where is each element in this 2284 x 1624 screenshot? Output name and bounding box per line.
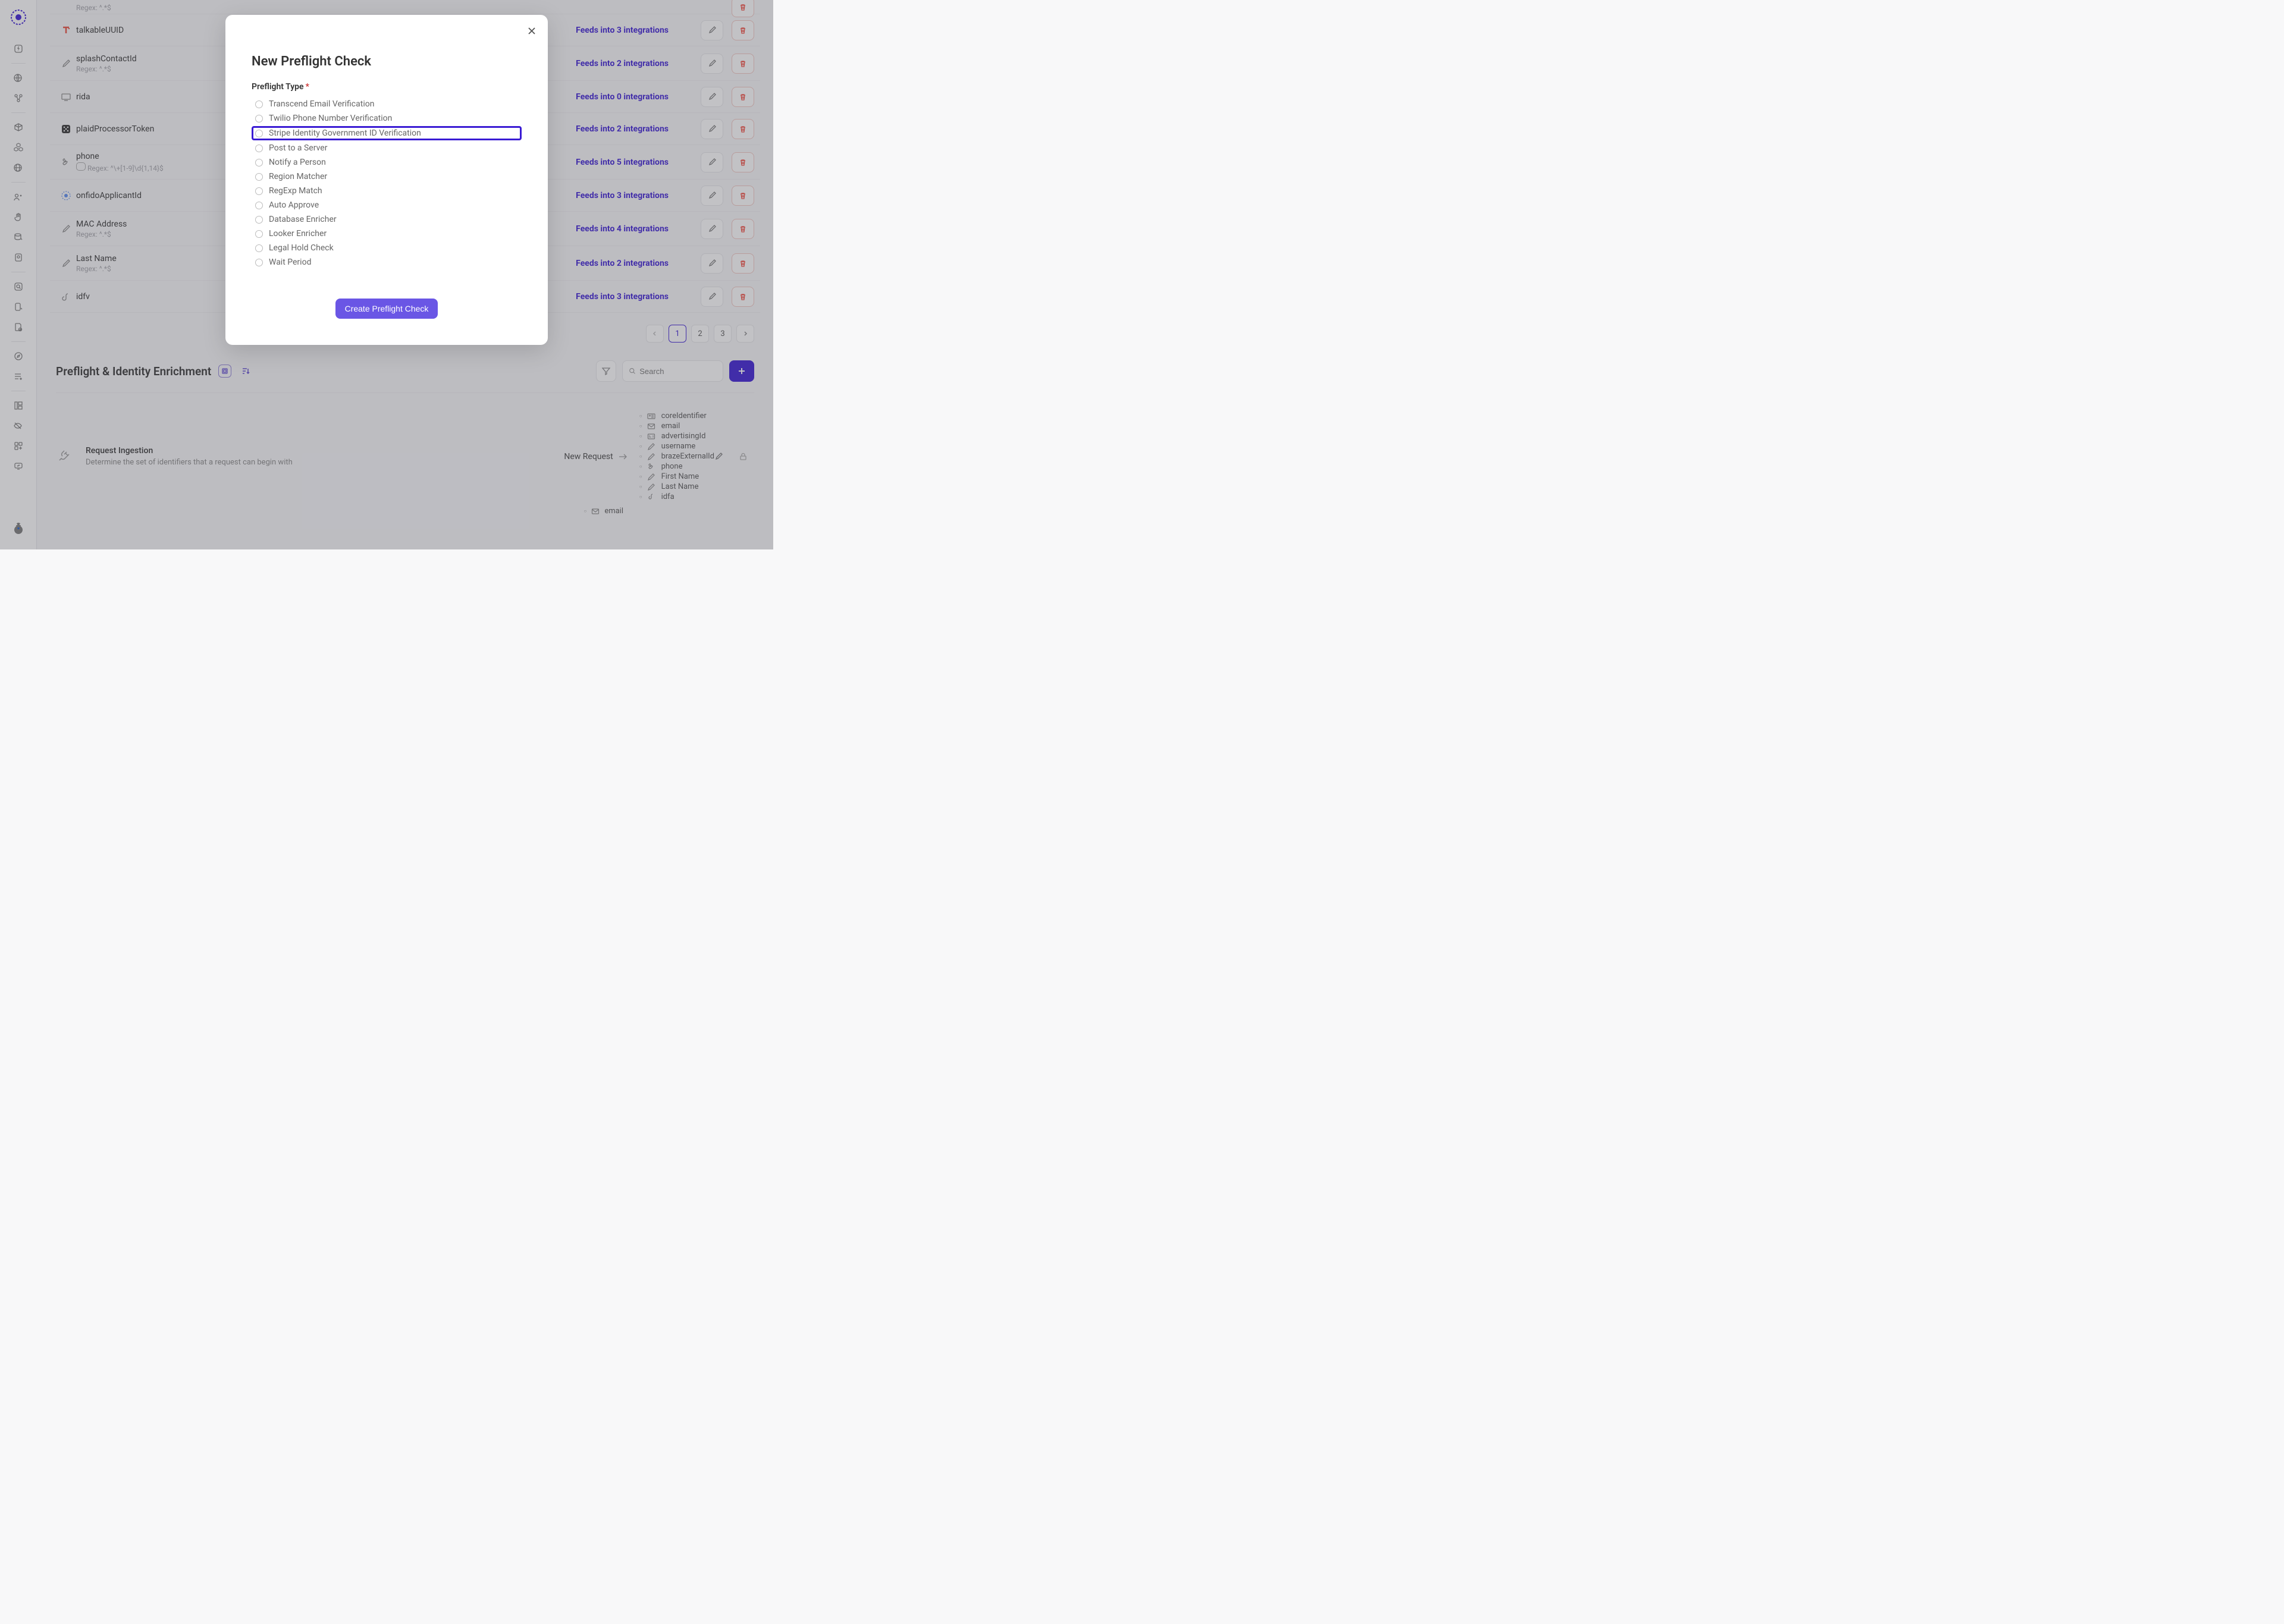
create-preflight-button[interactable]: Create Preflight Check bbox=[335, 299, 438, 319]
preflight-type-option[interactable]: Database Enricher bbox=[252, 213, 522, 226]
radio-icon bbox=[255, 216, 263, 224]
option-label: Legal Hold Check bbox=[269, 243, 334, 253]
preflight-type-option[interactable]: Looker Enricher bbox=[252, 227, 522, 240]
radio-icon bbox=[255, 145, 263, 152]
preflight-type-option[interactable]: Stripe Identity Government ID Verificati… bbox=[252, 126, 522, 140]
radio-icon bbox=[255, 259, 263, 266]
radio-icon bbox=[255, 187, 263, 195]
radio-icon bbox=[255, 202, 263, 209]
option-label: Transcend Email Verification bbox=[269, 99, 374, 109]
radio-icon bbox=[255, 244, 263, 252]
preflight-type-option[interactable]: Auto Approve bbox=[252, 199, 522, 212]
field-label: Preflight Type* bbox=[252, 82, 522, 92]
radio-icon bbox=[255, 115, 263, 122]
close-button[interactable] bbox=[526, 26, 537, 36]
radio-icon bbox=[255, 159, 263, 167]
radio-icon bbox=[255, 130, 263, 137]
radio-icon bbox=[255, 100, 263, 108]
option-label: Post to a Server bbox=[269, 143, 327, 153]
option-label: Stripe Identity Government ID Verificati… bbox=[269, 128, 421, 138]
option-label: Database Enricher bbox=[269, 215, 337, 224]
preflight-type-option[interactable]: Transcend Email Verification bbox=[252, 98, 522, 111]
preflight-type-option[interactable]: Legal Hold Check bbox=[252, 241, 522, 255]
option-label: RegExp Match bbox=[269, 186, 322, 196]
preflight-type-option[interactable]: Wait Period bbox=[252, 256, 522, 269]
preflight-type-option[interactable]: Region Matcher bbox=[252, 170, 522, 183]
radio-icon bbox=[255, 230, 263, 238]
preflight-type-option[interactable]: Notify a Person bbox=[252, 156, 522, 169]
preflight-type-option[interactable]: RegExp Match bbox=[252, 184, 522, 197]
modal-title: New Preflight Check bbox=[252, 54, 522, 69]
option-label: Looker Enricher bbox=[269, 229, 327, 238]
option-label: Region Matcher bbox=[269, 172, 327, 181]
option-label: Auto Approve bbox=[269, 200, 319, 210]
preflight-type-option[interactable]: Post to a Server bbox=[252, 142, 522, 155]
option-label: Notify a Person bbox=[269, 158, 326, 167]
option-label: Twilio Phone Number Verification bbox=[269, 114, 392, 123]
preflight-modal: New Preflight Check Preflight Type* Tran… bbox=[225, 15, 548, 345]
option-label: Wait Period bbox=[269, 257, 311, 267]
radio-icon bbox=[255, 173, 263, 181]
preflight-type-option[interactable]: Twilio Phone Number Verification bbox=[252, 112, 522, 125]
